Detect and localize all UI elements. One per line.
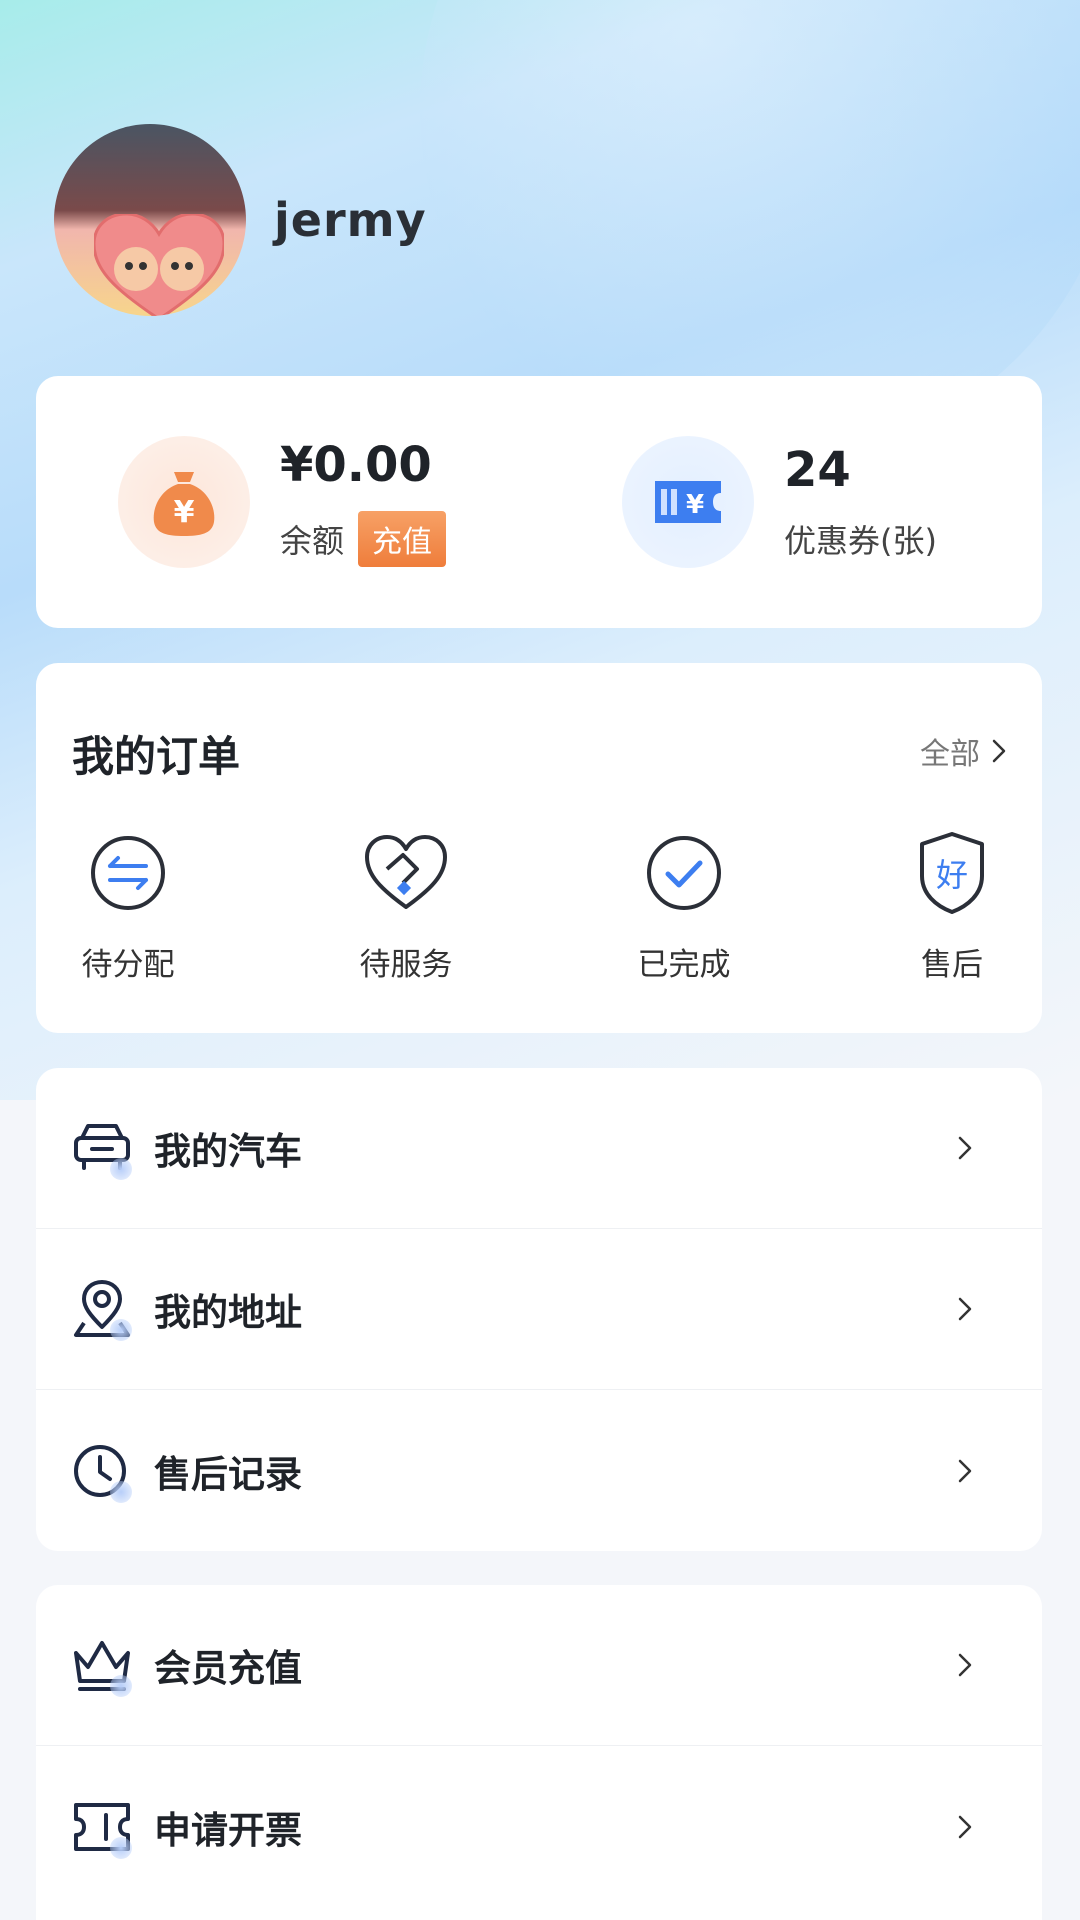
my-orders-card: 我的订单 全部 待分配 待服务 已完成 好 售后: [36, 663, 1042, 1033]
svg-text:¥: ¥: [686, 490, 704, 520]
menu-item-label: 我的地址: [154, 1291, 302, 1334]
menu-item-member-recharge[interactable]: 会员充值: [36, 1585, 1042, 1746]
coupon-section[interactable]: ¥ 24 优惠券(张): [622, 376, 937, 628]
balance-amount: ¥0.00: [280, 437, 432, 493]
recharge-button[interactable]: 充值: [358, 511, 447, 567]
check-circle-icon: [604, 829, 764, 917]
chevron-right-icon: [958, 1653, 972, 1677]
order-status-pending-assign[interactable]: 待分配: [48, 829, 208, 984]
menu-item-my-address[interactable]: 我的地址: [36, 1229, 1042, 1390]
menu-item-aftersale-records[interactable]: 售后记录: [36, 1390, 1042, 1551]
menu-item-label: 申请开票: [154, 1808, 302, 1852]
svg-text:¥: ¥: [174, 495, 195, 530]
coupon-icon: ¥: [622, 436, 754, 568]
menu-item-label: 售后记录: [154, 1452, 302, 1496]
username: jermy: [274, 193, 427, 247]
menu-card-primary: 我的汽车 我的地址 售后记录: [36, 1068, 1042, 1551]
money-bag-icon: ¥: [118, 436, 250, 568]
chevron-right-icon: [958, 1297, 972, 1321]
wallet-card: ¥ ¥0.00 余额 充值 ¥ 24 优惠券(张): [36, 376, 1042, 628]
order-status-label: 待服务: [359, 947, 453, 983]
transfer-arrows-icon: [48, 829, 208, 917]
order-status-aftersale[interactable]: 好 售后: [872, 829, 1032, 984]
view-all-orders-link[interactable]: 全部: [920, 729, 1006, 773]
avatar-heart-image: [94, 214, 224, 316]
aftersale-glyph: 好: [936, 856, 968, 894]
location-pin-icon: [70, 1277, 134, 1341]
order-status-completed[interactable]: 已完成: [604, 829, 764, 984]
menu-item-label: 我的汽车: [154, 1130, 302, 1173]
order-status-label: 售后: [921, 947, 983, 983]
chevron-right-icon: [958, 1815, 972, 1838]
menu-card-secondary: 会员充值 申请开票: [36, 1585, 1042, 1920]
profile-header[interactable]: jermy: [54, 124, 427, 316]
chevron-right-icon: [958, 1459, 972, 1482]
menu-item-label: 会员充值: [154, 1647, 302, 1690]
clock-icon: [70, 1439, 134, 1503]
profile-page: jermy ¥ ¥0.00 余额 充值 ¥ 24 优惠券(张) 我的订单 全部 …: [0, 0, 1080, 1920]
menu-item-my-car[interactable]: 我的汽车: [36, 1068, 1042, 1229]
ticket-icon: [70, 1795, 134, 1859]
view-all-label: 全部: [920, 737, 980, 772]
chevron-right-icon: [992, 739, 1006, 763]
balance-section[interactable]: ¥ ¥0.00 余额 充值: [118, 376, 447, 628]
avatar[interactable]: [54, 124, 246, 316]
shield-good-icon: 好: [872, 829, 1032, 917]
coupon-label: 优惠券(张): [784, 522, 937, 560]
orders-title: 我的订单: [72, 732, 241, 781]
order-status-pending-service[interactable]: 待服务: [326, 829, 486, 984]
handshake-heart-icon: [326, 829, 486, 917]
order-status-label: 已完成: [637, 947, 731, 983]
menu-item-request-invoice[interactable]: 申请开票: [36, 1746, 1042, 1907]
order-status-label: 待分配: [81, 947, 175, 983]
car-icon: [70, 1116, 134, 1180]
balance-label: 余额: [280, 522, 345, 560]
coupon-count: 24: [784, 442, 851, 498]
crown-icon: [70, 1633, 134, 1697]
chevron-right-icon: [958, 1136, 972, 1160]
